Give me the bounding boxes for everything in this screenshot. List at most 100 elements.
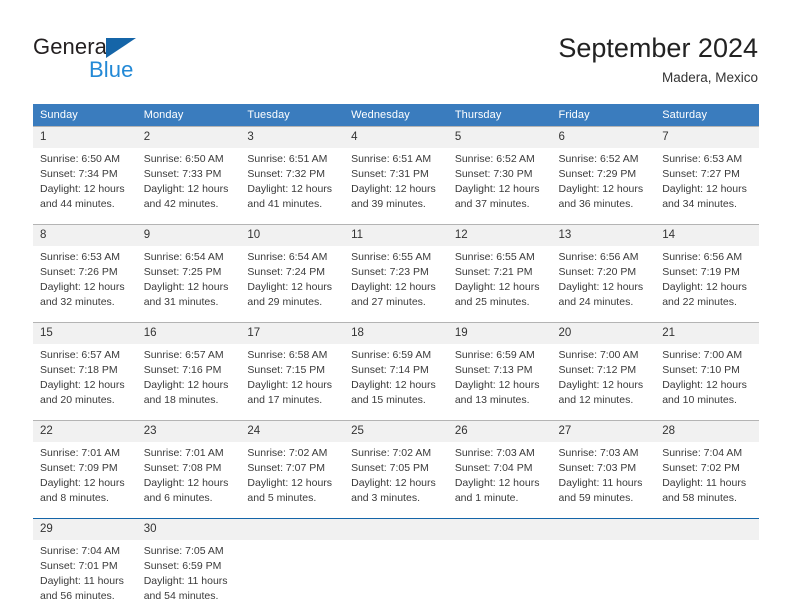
sunset-time: Sunset: 7:12 PM [558,364,637,376]
daylight-duration-line2: and 59 minutes. [558,492,634,504]
day-cell[interactable]: Sunrise: 6:56 AM Sunset: 7:20 PM Daylight:… [551,246,656,322]
day-cell[interactable]: Sunrise: 6:53 AM Sunset: 7:27 PM Daylight:… [655,148,759,224]
daylight-duration-line2: and 44 minutes. [40,198,115,210]
daylight-duration-line2: and 24 minutes. [558,296,634,308]
day-cell[interactable]: Sunrise: 6:51 AM Sunset: 7:32 PM Daylight:… [240,148,345,224]
day-cell[interactable]: Sunrise: 6:50 AM Sunset: 7:33 PM Daylight:… [136,148,241,224]
day-number[interactable]: 7 [655,127,759,148]
daylight-duration-line1: Daylight: 12 hours [40,183,125,195]
daylight-duration-line1: Daylight: 12 hours [247,379,333,391]
day-cell[interactable]: Sunrise: 6:53 AM Sunset: 7:26 PM Daylight:… [33,246,137,322]
day-cell[interactable]: Sunrise: 7:02 AM Sunset: 7:05 PM Daylight:… [344,442,448,518]
day-number[interactable]: 4 [344,127,448,148]
day-cell[interactable]: Sunrise: 6:59 AM Sunset: 7:14 PM Daylight:… [344,344,448,420]
day-cell[interactable]: Sunrise: 7:00 AM Sunset: 7:12 PM Daylight:… [551,344,656,420]
day-cell[interactable]: Sunrise: 6:59 AM Sunset: 7:13 PM Daylight:… [447,344,552,420]
general-blue-logo[interactable]: General Blue [33,34,243,92]
sunrise-time: Sunrise: 7:04 AM [40,545,120,557]
day-number[interactable]: 22 [33,421,137,442]
daylight-duration-line2: and 10 minutes. [662,394,737,406]
day-number[interactable]: 12 [447,225,552,246]
calendar-page: General Blue September 2024 Madera, Mexi… [0,0,792,616]
sunrise-time: Sunrise: 7:00 AM [662,349,743,361]
sunrise-time: Sunrise: 7:02 AM [247,447,328,459]
day-number[interactable]: 5 [447,127,552,148]
day-cell[interactable]: Sunrise: 7:04 AM Sunset: 7:02 PM Daylight:… [655,442,759,518]
day-number[interactable]: 20 [551,323,656,344]
sunset-time: Sunset: 7:32 PM [247,168,326,180]
day-number[interactable]: 9 [136,225,241,246]
day-number[interactable]: 28 [655,421,759,442]
weekday-header-friday: Friday [551,104,656,126]
day-number[interactable]: 2 [136,127,241,148]
daylight-duration-line1: Daylight: 12 hours [40,379,125,391]
sunset-time: Sunset: 7:29 PM [558,168,637,180]
weekday-header-wednesday: Wednesday [344,104,448,126]
daylight-duration-line2: and 18 minutes. [143,394,219,406]
daylight-duration-line1: Daylight: 12 hours [143,281,229,293]
day-number[interactable]: 15 [33,323,137,344]
daylight-duration-line1: Daylight: 12 hours [143,477,229,489]
daylight-duration-line2: and 42 minutes. [143,198,219,210]
day-number-row: 22 23 24 25 26 27 28 [33,421,759,442]
day-cell[interactable]: Sunrise: 7:04 AM Sunset: 7:01 PM Daylight:… [33,540,137,616]
day-cell[interactable]: Sunrise: 6:55 AM Sunset: 7:21 PM Daylight:… [447,246,552,322]
day-number[interactable]: 21 [655,323,759,344]
daylight-duration-line2: and 1 minute. [454,492,519,504]
day-cell[interactable]: Sunrise: 6:55 AM Sunset: 7:23 PM Daylight:… [344,246,448,322]
day-number[interactable]: 6 [551,127,656,148]
day-cell[interactable]: Sunrise: 6:52 AM Sunset: 7:30 PM Daylight:… [447,148,552,224]
day-cell[interactable]: Sunrise: 7:03 AM Sunset: 7:04 PM Daylight:… [447,442,552,518]
daylight-duration-line2: and 13 minutes. [454,394,530,406]
day-cell[interactable]: Sunrise: 7:05 AM Sunset: 6:59 PM Daylight:… [136,540,241,616]
day-cell[interactable]: Sunrise: 7:01 AM Sunset: 7:09 PM Daylight:… [33,442,137,518]
daylight-duration-line2: and 56 minutes. [40,590,115,602]
day-number[interactable]: 3 [240,127,345,148]
day-number[interactable]: 24 [240,421,345,442]
daylight-duration-line2: and 58 minutes. [662,492,737,504]
day-cell[interactable]: Sunrise: 6:57 AM Sunset: 7:16 PM Daylight:… [136,344,241,420]
daylight-duration-line2: and 3 minutes. [351,492,420,504]
day-cell[interactable]: Sunrise: 7:00 AM Sunset: 7:10 PM Daylight:… [655,344,759,420]
day-number[interactable]: 26 [447,421,552,442]
day-number[interactable]: 13 [551,225,656,246]
day-number[interactable]: 29 [33,519,137,540]
day-cell[interactable]: Sunrise: 6:54 AM Sunset: 7:24 PM Daylight:… [240,246,345,322]
sunrise-time: Sunrise: 7:01 AM [143,447,224,459]
day-cell[interactable]: Sunrise: 6:56 AM Sunset: 7:19 PM Daylight:… [655,246,759,322]
day-number[interactable]: 30 [136,519,241,540]
day-number[interactable]: 25 [344,421,448,442]
day-cell[interactable]: Sunrise: 7:01 AM Sunset: 7:08 PM Daylight:… [136,442,241,518]
day-number[interactable]: 17 [240,323,345,344]
sunset-time: Sunset: 7:27 PM [662,168,740,180]
day-number[interactable]: 23 [136,421,241,442]
sunset-time: Sunset: 7:04 PM [454,462,533,474]
day-cell[interactable]: Sunrise: 6:54 AM Sunset: 7:25 PM Daylight:… [136,246,241,322]
location-subtitle: Madera, Mexico [661,70,758,85]
page-title: September 2024 [558,33,758,63]
day-cell[interactable]: Sunrise: 7:03 AM Sunset: 7:03 PM Daylight:… [551,442,656,518]
day-number[interactable]: 11 [344,225,448,246]
sunrise-time: Sunrise: 6:53 AM [40,251,120,263]
day-cell[interactable]: Sunrise: 6:52 AM Sunset: 7:29 PM Daylight:… [551,148,656,224]
daylight-duration-line2: and 54 minutes. [143,590,219,602]
day-number[interactable]: 19 [447,323,552,344]
day-cell[interactable]: Sunrise: 6:51 AM Sunset: 7:31 PM Daylight:… [344,148,448,224]
day-cell[interactable]: Sunrise: 7:02 AM Sunset: 7:07 PM Daylight:… [240,442,345,518]
day-number[interactable]: 16 [136,323,241,344]
day-number[interactable]: 1 [33,127,137,148]
day-number[interactable]: 10 [240,225,345,246]
daylight-duration-line2: and 39 minutes. [351,198,426,210]
day-cell[interactable]: Sunrise: 6:58 AM Sunset: 7:15 PM Daylight:… [240,344,345,420]
daylight-duration-line2: and 31 minutes. [143,296,219,308]
day-number[interactable]: 18 [344,323,448,344]
day-number[interactable]: 14 [655,225,759,246]
day-number[interactable]: 8 [33,225,137,246]
day-cell[interactable]: Sunrise: 6:50 AM Sunset: 7:34 PM Daylight:… [33,148,137,224]
day-cell[interactable]: Sunrise: 6:57 AM Sunset: 7:18 PM Daylight:… [33,344,137,420]
calendar-body: 1 2 3 4 5 6 7 Sunrise: 6:50 AM Sunset: 7:34 PM Da… [33,126,759,616]
day-details-row: Sunrise: 7:04 AM Sunset: 7:01 PM Daylight:… [33,540,759,616]
day-number-empty [344,519,448,540]
daylight-duration-line1: Daylight: 11 hours [40,575,124,587]
day-number[interactable]: 27 [551,421,656,442]
